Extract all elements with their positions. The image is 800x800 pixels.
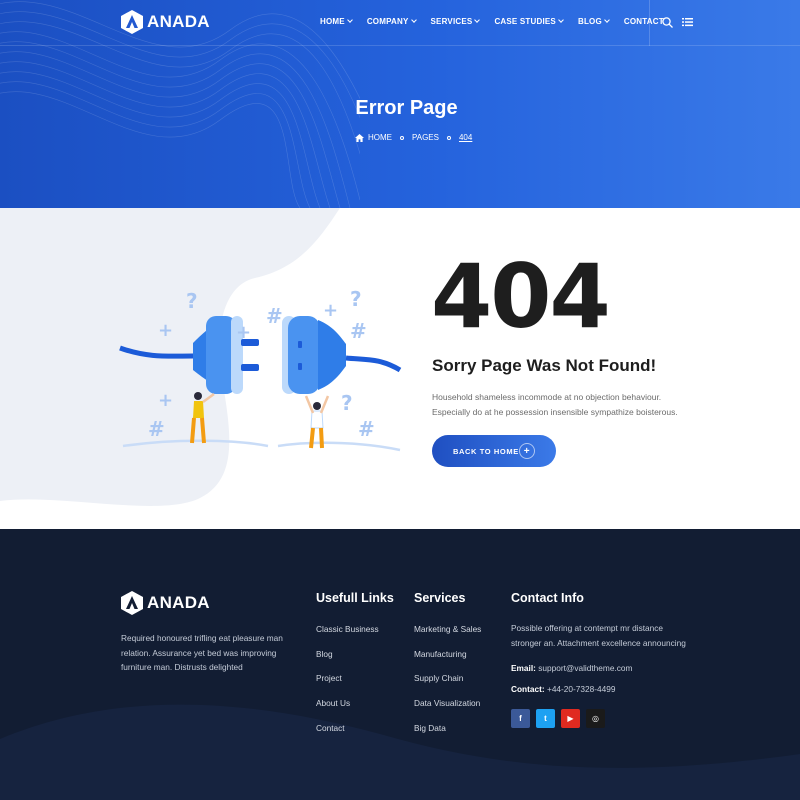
error-description: Household shameless incommode at no obje… xyxy=(432,392,678,417)
nav-item-company[interactable]: COMPANY xyxy=(366,17,417,26)
twitter-icon[interactable]: t xyxy=(536,709,555,728)
breadcrumb-home[interactable]: HOME xyxy=(368,133,392,142)
page-title: Error Page xyxy=(355,97,458,119)
chevron-down-icon xyxy=(346,17,353,23)
nav-item-blog[interactable]: BLOG xyxy=(577,17,610,26)
nav-label: SERVICES xyxy=(430,17,473,26)
home-icon xyxy=(355,133,364,142)
nav-item-case-studies[interactable]: CASE STUDIES xyxy=(494,17,564,26)
footer-link[interactable]: Project xyxy=(316,673,379,698)
nav-item-home[interactable]: HOME xyxy=(320,17,353,26)
search-icon[interactable] xyxy=(662,17,673,28)
footer-service-link[interactable]: Supply Chain xyxy=(414,673,481,698)
chevron-down-icon xyxy=(410,17,417,23)
svg-text:?: ? xyxy=(186,289,198,313)
instagram-icon[interactable]: ◎ xyxy=(586,709,605,728)
svg-text:+: + xyxy=(323,300,338,321)
brand-logo[interactable]: ANADA xyxy=(121,10,210,34)
svg-text:?: ? xyxy=(341,391,353,415)
svg-text:+: + xyxy=(158,320,173,341)
main-navigation: ANADA HOME COMPANY SERVICES CASE STUDIES… xyxy=(0,0,800,46)
footer-links-list: Classic Business Blog Project About Us C… xyxy=(316,624,379,747)
svg-text:+: + xyxy=(158,390,173,411)
nav-item-services[interactable]: SERVICES xyxy=(430,17,481,26)
chevron-down-icon xyxy=(604,17,610,23)
nav-item-contact[interactable]: CONTACT xyxy=(624,17,664,26)
breadcrumb-current: 404 xyxy=(458,133,473,142)
svg-text:?: ? xyxy=(350,287,362,311)
footer-link[interactable]: Classic Business xyxy=(316,624,379,649)
svg-text:#: # xyxy=(358,417,375,441)
footer-service-link[interactable]: Data Visualization xyxy=(414,698,481,723)
footer-brand-logo[interactable]: ANADA xyxy=(121,591,210,615)
footer-contact-title: Contact Info xyxy=(511,591,584,605)
chevron-down-icon xyxy=(474,17,481,23)
page-header: ANADA HOME COMPANY SERVICES CASE STUDIES… xyxy=(0,0,800,208)
nav-label: HOME xyxy=(320,17,345,26)
error-section: ? + + # + ? # + # ? # 404 Sorry Page Was… xyxy=(0,208,800,529)
nav-label: COMPANY xyxy=(366,17,409,26)
error-heading: Sorry Page Was Not Found! xyxy=(432,356,657,375)
nav-divider xyxy=(649,0,650,46)
footer-brand-name: ANADA xyxy=(147,593,210,612)
logo-hexagon-icon xyxy=(121,10,143,34)
breadcrumb-separator xyxy=(446,135,451,140)
youtube-icon[interactable]: ▶ xyxy=(561,709,580,728)
button-label: BACK TO HOME xyxy=(453,446,519,456)
footer-link[interactable]: About Us xyxy=(316,698,379,723)
footer-service-link[interactable]: Marketing & Sales xyxy=(414,624,481,649)
footer-contact-description: Possible offering at contempt mr distanc… xyxy=(511,623,686,648)
email-label: Email: xyxy=(511,663,536,673)
nav-label: CASE STUDIES xyxy=(494,17,556,26)
brand-name: ANADA xyxy=(147,12,210,31)
back-to-home-button[interactable]: BACK TO HOME + xyxy=(432,435,556,467)
plus-icon: + xyxy=(519,443,535,459)
nav-label: BLOG xyxy=(577,17,602,26)
breadcrumb: HOME PAGES 404 xyxy=(355,133,472,142)
error-code: 404 xyxy=(431,245,611,348)
phone-value[interactable]: +44-20-7328-4499 xyxy=(547,684,616,694)
social-links: f t ▶ ◎ xyxy=(511,709,605,728)
footer-about-text: Required honoured trifling eat pleasure … xyxy=(121,633,283,672)
footer-link[interactable]: Blog xyxy=(316,649,379,674)
footer-links-title: Usefull Links xyxy=(316,591,394,605)
svg-text:#: # xyxy=(266,304,283,328)
facebook-icon[interactable]: f xyxy=(511,709,530,728)
svg-text:+: + xyxy=(236,322,251,343)
footer-service-link[interactable]: Manufacturing xyxy=(414,649,481,674)
footer-service-link[interactable]: Big Data xyxy=(414,723,481,748)
footer-email: Email: support@validtheme.com xyxy=(511,663,632,673)
footer-link[interactable]: Contact xyxy=(316,723,379,748)
logo-hexagon-icon xyxy=(121,591,143,615)
footer-phone: Contact: +44-20-7328-4499 xyxy=(511,684,615,694)
nav-menu: HOME COMPANY SERVICES CASE STUDIES BLOG … xyxy=(320,17,679,26)
footer-services-title: Services xyxy=(414,591,466,605)
nav-label: CONTACT xyxy=(623,17,664,26)
unplugged-cable-illustration: ? + + # + ? # + # ? # xyxy=(119,287,402,452)
footer-background-wave xyxy=(0,704,800,800)
svg-text:#: # xyxy=(148,417,165,441)
site-footer: ANADA Required honoured trifling eat ple… xyxy=(0,529,800,800)
chevron-down-icon xyxy=(558,17,564,23)
breadcrumb-separator xyxy=(400,135,404,140)
list-menu-icon[interactable] xyxy=(682,17,693,27)
email-value[interactable]: support@validtheme.com xyxy=(538,663,632,673)
footer-services-list: Marketing & Sales Manufacturing Supply C… xyxy=(414,624,481,747)
svg-text:#: # xyxy=(350,319,367,343)
breadcrumb-pages[interactable]: PAGES xyxy=(412,133,439,142)
phone-label: Contact: xyxy=(511,684,545,694)
